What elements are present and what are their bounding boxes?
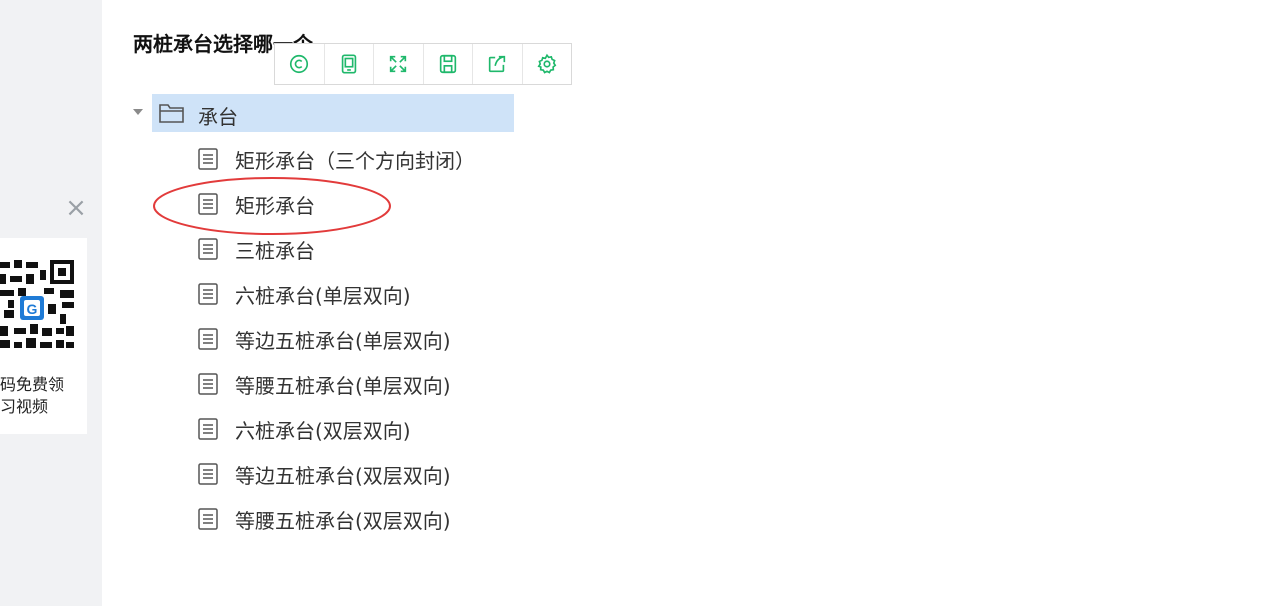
tree-item-label: 六桩承台(双层双向) — [235, 419, 411, 443]
fullscreen-icon — [390, 55, 407, 73]
close-icon[interactable]: × — [64, 195, 88, 221]
document-icon — [198, 238, 218, 260]
settings-button[interactable] — [523, 44, 572, 84]
tablet-view-button[interactable] — [325, 44, 374, 84]
qr-caption-line2: 习视频 — [0, 397, 49, 416]
floating-toolbar — [274, 43, 572, 85]
share-button[interactable] — [473, 44, 523, 84]
tree-item-label: 等腰五桩承台(单层双向) — [235, 374, 451, 398]
folder-icon — [159, 104, 184, 123]
settings-icon — [537, 53, 557, 74]
copyright-button[interactable] — [275, 44, 325, 84]
share-icon — [489, 55, 506, 73]
tablet-icon — [341, 54, 356, 74]
document-icon — [198, 463, 218, 485]
tree-root-label: 承台 — [198, 105, 238, 129]
save-button[interactable] — [424, 44, 473, 84]
svg-text:G: G — [27, 301, 38, 317]
document-icon — [198, 283, 218, 305]
fullscreen-button[interactable] — [374, 44, 424, 84]
qr-caption: 码免费领 习视频 — [0, 374, 87, 418]
qr-caption-line1: 码免费领 — [0, 375, 65, 394]
copyright-icon — [290, 54, 309, 74]
tree-item-label: 等边五桩承台(单层双向) — [235, 329, 451, 353]
qr-promo-card[interactable]: G 码免费领 习视频 — [0, 238, 87, 434]
tree-item-label: 等边五桩承台(双层双向) — [235, 464, 451, 488]
document-icon — [198, 508, 218, 530]
tree-item-label: 六桩承台(单层双向) — [235, 284, 411, 308]
document-icon — [198, 418, 218, 440]
save-icon — [439, 54, 456, 74]
document-icon — [198, 373, 218, 395]
caret-down-icon[interactable] — [133, 109, 143, 115]
tree-item-label: 矩形承台（三个方向封闭） — [235, 149, 475, 173]
red-annotation-ellipse — [153, 177, 391, 235]
document-icon — [198, 328, 218, 350]
qr-code-image: G — [0, 248, 76, 358]
tree-item-label: 等腰五桩承台(双层双向) — [235, 509, 451, 533]
tree-item-label: 三桩承台 — [235, 239, 315, 263]
document-icon — [198, 148, 218, 170]
